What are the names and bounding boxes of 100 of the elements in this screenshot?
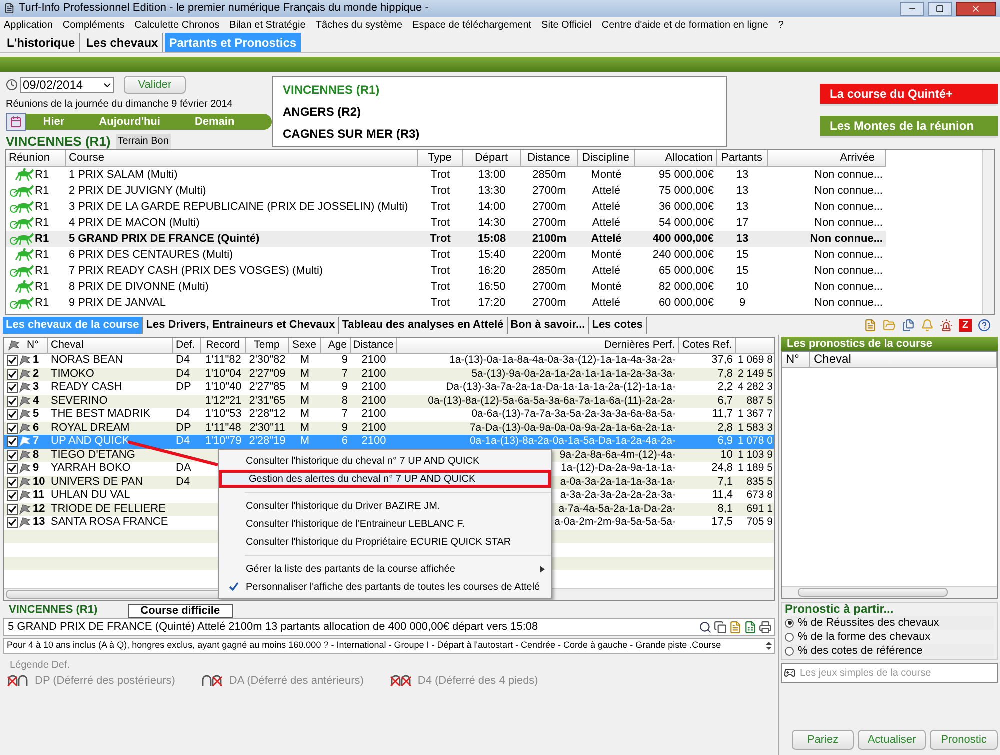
table-cell-text: R1 bbox=[35, 264, 50, 279]
table-cell-text: 13 bbox=[736, 184, 749, 199]
table-cell: Da-(13)-3a-7a-2a-1a-Da-1a-1a-1a-2a-(12)-1a-1a- bbox=[446, 381, 676, 394]
table-cell: 3 bbox=[33, 381, 40, 394]
table-cell: M bbox=[300, 422, 310, 435]
table-cell: 1'10"40 bbox=[205, 381, 242, 394]
table-cell-text: 14:30 bbox=[478, 216, 506, 231]
table-cell-text: 8 PRIX DE DIVONNE (Multi) bbox=[69, 280, 209, 295]
table-cell-text: 2100m bbox=[532, 232, 567, 247]
legend-title: Légende Def. bbox=[9, 659, 72, 673]
table-cell: 6 bbox=[33, 422, 40, 435]
table-cell: UNIVERS DE PAN bbox=[51, 476, 144, 489]
table-cell: 2 bbox=[33, 368, 40, 381]
table-cell-text: Attelé bbox=[592, 264, 621, 279]
table-cell: 9 bbox=[342, 381, 348, 394]
table-cell-text: 5 GRAND PRIX DE FRANCE (Quinté) bbox=[69, 232, 260, 247]
table-cell-text: Attelé bbox=[592, 296, 621, 311]
table-cell: DA bbox=[176, 462, 192, 476]
table-cell: SEVERINO bbox=[51, 394, 108, 408]
table-cell: SANTA ROSA FRANCE bbox=[51, 516, 168, 530]
table-cell-text: 2200m bbox=[532, 248, 566, 263]
meeting-title: VINCENNES (R1) bbox=[6, 133, 111, 151]
table-cell: a-7a-4a-5a-2a-1a-Da-2a- bbox=[558, 502, 676, 516]
table-cell-text: R1 bbox=[35, 200, 50, 215]
table-cell: 9 bbox=[342, 354, 348, 368]
table-cell-text: 2700m bbox=[532, 184, 566, 199]
group-title: Pronostic à partir... bbox=[785, 603, 895, 616]
table-cell-text: Trot bbox=[430, 168, 450, 183]
table-cell-text: R1 bbox=[35, 280, 50, 295]
table-cell-text: R1 bbox=[35, 248, 50, 263]
table-cell-text: Trot bbox=[430, 200, 450, 215]
table-cell: D4 bbox=[176, 368, 190, 381]
table-cell: 13 bbox=[33, 516, 46, 530]
table-cell: a-0a-3a-2a-1a-1a-3a-1a- bbox=[560, 476, 676, 489]
table-cell-text: Non connue... bbox=[814, 168, 883, 183]
table-cell-text: 17:20 bbox=[478, 296, 506, 311]
table-cell: 8 bbox=[33, 448, 40, 462]
table-cell: 2'30"11 bbox=[250, 422, 286, 435]
table-cell: 7 bbox=[33, 435, 40, 448]
race-description: 5 GRAND PRIX DE FRANCE (Quinté) Attelé 2100m 13 partants allocation de 400 000,00€ départ vers 15:08 bbox=[8, 620, 540, 635]
table-cell-text: 2850m bbox=[532, 168, 566, 183]
table-cell-text: 15 bbox=[736, 264, 749, 279]
table-cell-text: 2700m bbox=[532, 216, 566, 231]
table-cell: TIMOKO bbox=[51, 368, 94, 381]
table-cell-text: Trot bbox=[430, 264, 450, 279]
table-cell: 2100 bbox=[362, 422, 386, 435]
table-cell-text: 9 PRIX DE JANVAL bbox=[69, 296, 166, 311]
table-cell: UP AND QUICK bbox=[51, 435, 130, 448]
table-cell: DP bbox=[176, 381, 192, 394]
table-cell-text: 65 000,00€ bbox=[658, 264, 714, 279]
table-cell: 2'28"19 bbox=[249, 435, 286, 448]
table-cell: 1 189 5 bbox=[738, 462, 773, 476]
table-cell-text: Trot bbox=[430, 184, 450, 199]
legend-label: DP (Déferré des postérieurs) bbox=[35, 674, 176, 689]
table-cell: M bbox=[300, 408, 310, 422]
table-cell: 11,7 bbox=[712, 408, 733, 422]
table-cell-text: Trot bbox=[430, 280, 450, 295]
table-cell: 1 103 9 bbox=[738, 448, 773, 462]
table-cell: 2'28"12 bbox=[249, 408, 286, 422]
terrain-label: Terrain Bon bbox=[116, 134, 171, 150]
table-cell-text: 3 PRIX DE LA GARDE REPUBLICAINE (PRIX DE JOSSELIN) (Multi) bbox=[69, 200, 408, 215]
table-cell-text: 13:00 bbox=[478, 168, 506, 183]
table-cell: 17,5 bbox=[712, 516, 733, 530]
table-cell: 2'27"85 bbox=[249, 381, 286, 394]
table-cell-text: 16:50 bbox=[478, 280, 506, 295]
table-cell: 8,1 bbox=[718, 502, 733, 516]
table-cell: 1 367 7 bbox=[738, 408, 773, 422]
table-cell: 11,4 bbox=[712, 489, 733, 502]
table-cell: 1 583 3 bbox=[738, 422, 773, 435]
table-cell-text: 9 bbox=[739, 296, 746, 311]
table-cell: 2'31"65 bbox=[249, 394, 286, 408]
table-cell-text: 2850m bbox=[532, 264, 566, 279]
table-cell: 2 149 5 bbox=[738, 368, 773, 381]
table-cell-text: 2700m bbox=[532, 200, 566, 215]
table-cell-text: 2700m bbox=[532, 296, 566, 311]
table-cell: TIEGO D'ETANG bbox=[51, 448, 136, 462]
table-cell-text: Non connue... bbox=[814, 280, 883, 295]
table-cell: 705 9 bbox=[746, 516, 773, 530]
table-cell-text: Attelé bbox=[592, 216, 621, 231]
table-cell: M bbox=[300, 354, 310, 368]
table-cell: NORAS BEAN bbox=[51, 354, 124, 368]
table-cell: ROYAL DREAM bbox=[51, 422, 130, 435]
table-cell: 1'11"82 bbox=[206, 354, 242, 368]
table-cell-text: 13 bbox=[736, 168, 749, 183]
table-cell-text: 2 PRIX DE JUVIGNY (Multi) bbox=[69, 184, 206, 199]
table-cell-text: Trot bbox=[430, 248, 450, 263]
table-cell: D4 bbox=[176, 354, 190, 368]
table-cell-text: 15:08 bbox=[478, 232, 506, 247]
table-cell: 7,1 bbox=[718, 476, 733, 489]
legend-label: D4 (Déferré des 4 pieds) bbox=[418, 674, 538, 689]
table-cell: 9 bbox=[33, 462, 40, 476]
table-cell-text: Non connue... bbox=[810, 232, 883, 247]
table-cell: 887 5 bbox=[746, 394, 773, 408]
table-cell-text: 95 000,00€ bbox=[658, 168, 714, 183]
table-cell: 1 069 8 bbox=[738, 354, 773, 368]
table-cell-text: Monté bbox=[591, 248, 622, 263]
table-cell: 7,8 bbox=[718, 368, 733, 381]
table-cell: a-3a-2a-3a-2a-2a-2a-3a- bbox=[560, 489, 676, 502]
table-cell-text: Monté bbox=[591, 168, 622, 183]
table-cell-text: 82 000,00€ bbox=[658, 280, 714, 295]
